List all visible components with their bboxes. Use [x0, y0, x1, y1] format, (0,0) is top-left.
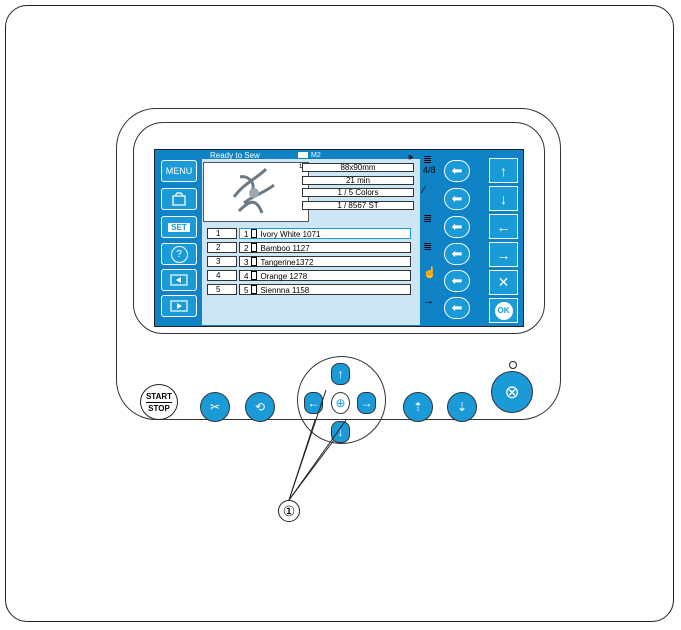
callout-lines	[288, 389, 347, 501]
callout-label: ①	[278, 500, 300, 522]
